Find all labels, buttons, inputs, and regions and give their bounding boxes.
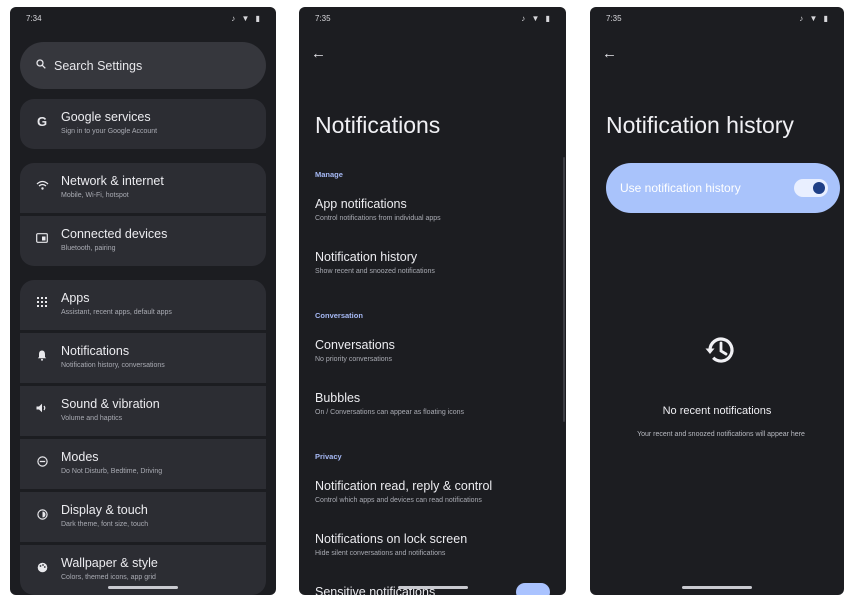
settings-item-subtitle: Volume and haptics (61, 415, 123, 422)
pref-conversations[interactable]: Conversations No priority conversations (315, 338, 395, 363)
pref-app-notifications[interactable]: App notifications Control notifications … (315, 197, 441, 222)
settings-item-subtitle: Dark theme, font size, touch (61, 521, 149, 528)
status-time: 7:34 (26, 14, 42, 23)
settings-item-subtitle: Mobile, Wi-Fi, hotspot (61, 192, 129, 199)
switch-knob (813, 182, 825, 194)
pref-title: App notifications (315, 197, 407, 211)
settings-item-title: Google services (61, 110, 151, 124)
pref-subtitle: Show recent and snoozed notifications (315, 268, 435, 275)
page-title: Notification history (606, 112, 794, 138)
gesture-nav-bar[interactable] (682, 586, 752, 589)
status-bar: 7:34 ♪ ▼ ▮ (26, 14, 262, 28)
settings-item-notifications[interactable]: Notifications Notification history, conv… (20, 333, 266, 383)
history-icon (705, 337, 734, 363)
settings-item-title: Connected devices (61, 227, 168, 241)
settings-item-modes[interactable]: Modes Do Not Disturb, Bedtime, Driving (20, 439, 266, 489)
pref-subtitle: Control which apps and devices can read … (315, 497, 482, 504)
use-notification-history-card[interactable]: Use notification history (606, 163, 840, 213)
settings-item-display[interactable]: Display & touch Dark theme, font size, t… (20, 492, 266, 542)
pref-subtitle: On / Conversations can appear as floatin… (315, 409, 465, 416)
page-title: Notifications (315, 112, 441, 138)
display-icon (34, 509, 50, 523)
pref-notification-history[interactable]: Notification history Show recent and sno… (315, 250, 435, 275)
status-icons: ♪ ▼ ▮ (521, 14, 552, 23)
settings-item-sound[interactable]: Sound & vibration Volume and haptics (20, 386, 266, 436)
pref-title: Bubbles (315, 391, 361, 405)
group-google: G Google services Sign in to your Google… (20, 99, 266, 152)
status-bar: 7:35 ♪ ▼ ▮ (315, 14, 552, 28)
section-header-privacy: Privacy (315, 452, 342, 461)
bell-icon (34, 350, 50, 364)
notifications-screen: 7:35 ♪ ▼ ▮ ← Notifications Manage App no… (299, 7, 566, 595)
empty-state-title: No recent notifications (662, 405, 772, 417)
group-connectivity: Network & internet Mobile, Wi-Fi, hotspo… (20, 163, 266, 269)
search-icon (36, 59, 50, 72)
palette-icon (34, 562, 50, 576)
section-header-conversation: Conversation (315, 311, 363, 320)
pref-title: Notifications on lock screen (315, 532, 468, 546)
pref-bubbles[interactable]: Bubbles On / Conversations can appear as… (315, 391, 464, 416)
settings-screen: 7:34 ♪ ▼ ▮ Search Settings G Google serv… (10, 7, 276, 595)
pref-title: Notification read, reply & control (315, 479, 493, 493)
devices-icon (34, 233, 50, 246)
settings-item-title: Display & touch (61, 503, 148, 517)
status-bar: 7:35 ♪ ▼ ▮ (606, 14, 830, 28)
settings-item-subtitle: Sign in to your Google Account (61, 128, 158, 135)
settings-item-apps[interactable]: Apps Assistant, recent apps, default app… (20, 280, 266, 330)
pref-title: Conversations (315, 338, 395, 352)
pref-lock-screen[interactable]: Notifications on lock screen Hide silent… (315, 532, 467, 557)
empty-state-subtitle: Your recent and snoozed notifications wi… (637, 431, 805, 438)
group-apps: Apps Assistant, recent apps, default app… (20, 280, 266, 595)
settings-item-title: Network & internet (61, 174, 164, 188)
settings-item-subtitle: Do Not Disturb, Bedtime, Driving (61, 468, 163, 475)
modes-icon (34, 456, 50, 470)
settings-item-subtitle: Assistant, recent apps, default apps (61, 309, 172, 316)
gesture-nav-bar[interactable] (397, 586, 468, 589)
back-arrow-icon[interactable]: ← (311, 45, 326, 62)
notification-history-screen: 7:35 ♪ ▼ ▮ ← Notification history Use no… (590, 7, 844, 595)
notification-history-switch[interactable] (794, 179, 828, 197)
wifi-icon (34, 180, 50, 193)
sensitive-notifications-toggle[interactable] (516, 583, 550, 595)
pref-read-reply-control[interactable]: Notification read, reply & control Contr… (315, 479, 492, 504)
settings-item-google-services[interactable]: G Google services Sign in to your Google… (20, 99, 266, 149)
scrollbar[interactable] (563, 157, 565, 422)
settings-item-title: Apps (61, 291, 90, 305)
status-icons: ♪ ▼ ▮ (231, 14, 262, 23)
section-header-manage: Manage (315, 170, 343, 179)
settings-item-title: Modes (61, 450, 99, 464)
google-icon: G (36, 114, 48, 129)
pref-subtitle: Hide silent conversations and notificati… (315, 550, 446, 557)
settings-item-subtitle: Notification history, conversations (61, 362, 165, 369)
settings-item-network[interactable]: Network & internet Mobile, Wi-Fi, hotspo… (20, 163, 266, 213)
settings-item-title: Sound & vibration (61, 397, 160, 411)
settings-item-connected-devices[interactable]: Connected devices Bluetooth, pairing (20, 216, 266, 266)
pref-subtitle: Control notifications from individual ap… (315, 215, 441, 222)
volume-icon (34, 403, 50, 416)
status-time: 7:35 (315, 14, 331, 23)
pref-subtitle: No priority conversations (315, 356, 393, 363)
pref-title: Notification history (315, 250, 418, 264)
settings-item-title: Wallpaper & style (61, 556, 158, 570)
status-time: 7:35 (606, 14, 622, 23)
search-placeholder: Search Settings (54, 58, 143, 73)
status-icons: ♪ ▼ ▮ (799, 14, 830, 23)
apps-grid-icon (34, 297, 50, 310)
back-arrow-icon[interactable]: ← (602, 45, 617, 62)
settings-item-title: Notifications (61, 344, 130, 358)
settings-item-subtitle: Colors, themed icons, app grid (61, 574, 156, 581)
search-settings-bar[interactable]: Search Settings (20, 42, 266, 89)
settings-item-subtitle: Bluetooth, pairing (61, 245, 116, 252)
toggle-label: Use notification history (620, 181, 741, 195)
gesture-nav-bar[interactable] (108, 586, 178, 589)
